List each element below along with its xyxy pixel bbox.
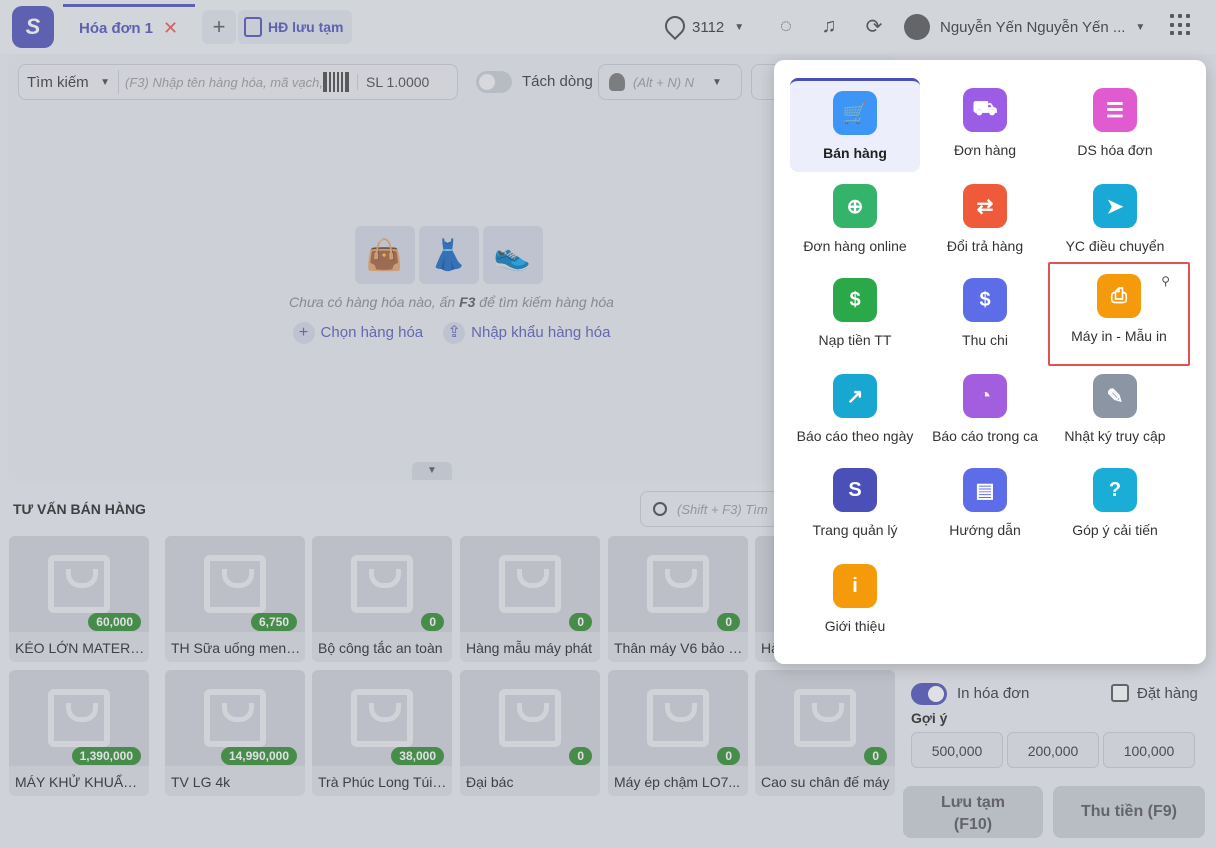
admin-logo-icon: S — [833, 468, 877, 512]
return-icon: ⇄ — [963, 184, 1007, 228]
menu-item-label: Đổi trả hàng — [946, 238, 1024, 254]
globe-icon: ⊕ — [833, 184, 877, 228]
truck-icon: ⛟ — [963, 88, 1007, 132]
menu-item[interactable]: ⛟ Đơn hàng — [920, 78, 1050, 172]
cashflow-icon: $ — [963, 278, 1007, 322]
menu-item-label: DS hóa đơn — [1077, 142, 1153, 158]
menu-item[interactable]: ↗ Báo cáo theo ngày — [790, 364, 920, 458]
menu-item[interactable]: S Trang quản lý — [790, 458, 920, 552]
menu-item-label: Nhật ký truy cập — [1064, 428, 1166, 444]
menu-item-label: Báo cáo theo ngày — [796, 428, 914, 444]
menu-item[interactable]: ⎙ Máy in - Mẫu in ⚲ — [1048, 262, 1190, 366]
menu-item-label: Nạp tiền TT — [818, 332, 892, 348]
info-icon: i — [833, 564, 877, 608]
menu-item-label: Đơn hàng online — [803, 238, 907, 254]
printer-icon: ⎙ — [1097, 274, 1141, 318]
menu-item[interactable]: ☰ DS hóa đơn — [1050, 78, 1180, 172]
access-log-icon: ✎ — [1093, 374, 1137, 418]
menu-item-label: Hướng dẫn — [949, 522, 1021, 538]
transfer-request-icon: ➤ — [1093, 184, 1137, 228]
menu-item[interactable]: ⊕ Đơn hàng online — [790, 174, 920, 268]
menu-item[interactable]: ⇄ Đổi trả hàng — [920, 174, 1050, 268]
menu-item-label: Thu chi — [962, 332, 1008, 348]
menu-item[interactable]: ? Góp ý cải tiến — [1050, 458, 1180, 552]
menu-item[interactable]: ◔ Báo cáo trong ca — [920, 364, 1050, 458]
menu-item[interactable]: ✎ Nhật ký truy cập — [1050, 364, 1180, 458]
daily-report-icon: ↗ — [833, 374, 877, 418]
menu-item-label: Giới thiệu — [824, 618, 886, 634]
topup-icon: $ — [833, 278, 877, 322]
menu-item[interactable]: ➤ YC điều chuyển — [1050, 174, 1180, 268]
menu-item-label: Góp ý cải tiến — [1072, 522, 1158, 538]
shift-report-icon: ◔ — [963, 374, 1007, 418]
menu-item[interactable]: 🛒 Bán hàng — [790, 78, 920, 172]
pin-icon[interactable]: ⚲ — [1161, 274, 1170, 288]
menu-item-label: Trang quản lý — [812, 522, 898, 538]
menu-item-label: Bán hàng — [823, 145, 887, 161]
menu-item[interactable]: $ Nạp tiền TT — [790, 268, 920, 362]
invoice-list-icon: ☰ — [1093, 88, 1137, 132]
menu-item[interactable]: $ Thu chi — [920, 268, 1050, 362]
menu-item-label: Máy in - Mẫu in — [1071, 328, 1167, 344]
cart-icon: 🛒 — [833, 91, 877, 135]
menu-item-label: Báo cáo trong ca — [932, 428, 1038, 444]
guide-book-icon: ▤ — [963, 468, 1007, 512]
menu-item[interactable]: ▤ Hướng dẫn — [920, 458, 1050, 552]
menu-item-label: Đơn hàng — [953, 142, 1017, 158]
menu-item[interactable]: i Giới thiệu — [790, 554, 920, 648]
feedback-icon: ? — [1093, 468, 1137, 512]
app-menu-popup: 🛒 Bán hàng ⛟ Đơn hàng ☰ DS hóa đơn ⊕ Đơn hàng o… — [774, 60, 1206, 664]
menu-item-label: YC điều chuyển — [1065, 238, 1165, 254]
